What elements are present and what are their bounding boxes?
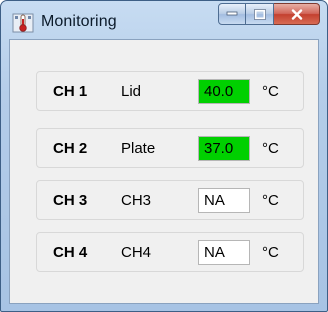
- maximize-button[interactable]: [246, 3, 274, 25]
- thermometer-icon[interactable]: [12, 12, 34, 34]
- minimize-icon: [226, 11, 238, 16]
- caption-buttons: [218, 3, 320, 25]
- monitoring-window: Monitoring CH 1 Lid 40.0 °C CH 2 Plate 3…: [0, 0, 328, 312]
- channel-unit: °C: [262, 83, 279, 100]
- channel-number: CH 1: [53, 83, 88, 100]
- window-title: Monitoring: [41, 13, 117, 30]
- minimize-button[interactable]: [218, 3, 246, 25]
- channel-name: CH4: [121, 244, 152, 261]
- channel-number: CH 3: [53, 192, 88, 209]
- channel-value-field[interactable]: 37.0: [198, 136, 250, 161]
- close-button[interactable]: [274, 3, 320, 25]
- channel-row-3: CH 3 CH3 NA °C: [36, 180, 304, 220]
- channel-number: CH 4: [53, 244, 88, 261]
- channel-row-2: CH 2 Plate 37.0 °C: [36, 128, 304, 168]
- channel-value-field[interactable]: NA: [198, 188, 250, 213]
- channel-unit: °C: [262, 244, 279, 261]
- client-area: CH 1 Lid 40.0 °C CH 2 Plate 37.0 °C CH 3…: [9, 39, 319, 304]
- channel-unit: °C: [262, 140, 279, 157]
- channel-row-1: CH 1 Lid 40.0 °C: [36, 71, 304, 111]
- channel-name: Plate: [121, 140, 156, 157]
- maximize-icon: [253, 8, 266, 20]
- channel-value-field[interactable]: NA: [198, 240, 250, 265]
- channel-number: CH 2: [53, 140, 88, 157]
- channel-unit: °C: [262, 192, 279, 209]
- channel-name: CH3: [121, 192, 152, 209]
- close-icon: [291, 8, 302, 20]
- title-bar[interactable]: Monitoring: [1, 1, 327, 39]
- channel-value-field[interactable]: 40.0: [198, 79, 250, 104]
- channel-name: Lid: [121, 83, 142, 100]
- channel-row-4: CH 4 CH4 NA °C: [36, 232, 304, 272]
